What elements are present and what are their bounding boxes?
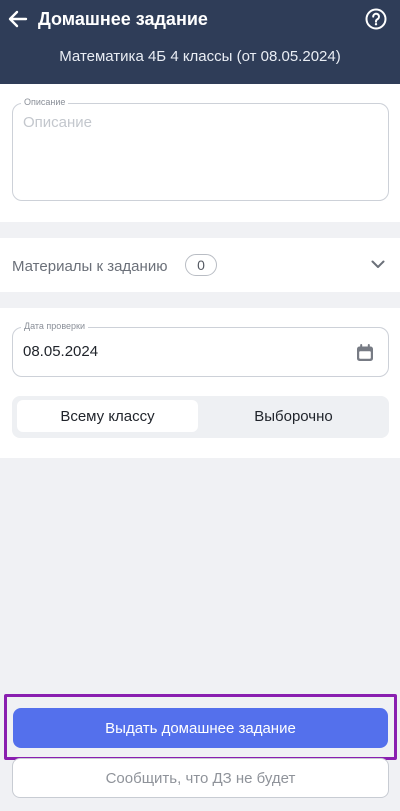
lesson-subtitle: Математика 4Б 4 классы (от 08.05.2024)	[59, 48, 341, 65]
check-date-card: Дата проверки 08.05.2024 Всему классу Вы…	[0, 308, 400, 458]
materials-count-badge: 0	[185, 254, 217, 276]
check-date-value: 08.05.2024	[23, 343, 99, 360]
audience-toggle: Всему классу Выборочно	[12, 396, 389, 438]
app-header: Домашнее задание Математика 4Б 4 классы …	[0, 0, 400, 84]
chevron-down-icon	[370, 256, 386, 272]
calendar-icon	[357, 344, 373, 361]
materials-card: Материалы к заданию 0	[0, 238, 400, 292]
materials-label: Материалы к заданию	[12, 258, 168, 275]
check-date-field[interactable]: Дата проверки 08.05.2024	[12, 321, 389, 377]
back-button[interactable]	[6, 7, 30, 31]
question-circle-icon	[365, 8, 387, 30]
page-title: Домашнее задание	[38, 9, 208, 29]
description-label: Описание	[21, 97, 69, 107]
calendar-button[interactable]	[354, 342, 376, 364]
materials-toggle[interactable]: Материалы к заданию 0	[0, 238, 400, 292]
description-field: Описание	[12, 97, 389, 201]
no-homework-button[interactable]: Сообщить, что ДЗ не будет	[12, 758, 389, 798]
primary-action-highlight: Выдать домашнее задание	[4, 694, 397, 760]
description-card: Описание	[0, 84, 400, 222]
description-input[interactable]	[23, 114, 373, 190]
audience-option-selective[interactable]: Выборочно	[203, 400, 384, 432]
audience-option-whole-class[interactable]: Всему классу	[17, 400, 198, 432]
assign-homework-button[interactable]: Выдать домашнее задание	[13, 708, 388, 748]
check-date-label: Дата проверки	[21, 321, 88, 331]
arrow-left-icon	[8, 10, 28, 28]
help-button[interactable]	[364, 7, 388, 31]
